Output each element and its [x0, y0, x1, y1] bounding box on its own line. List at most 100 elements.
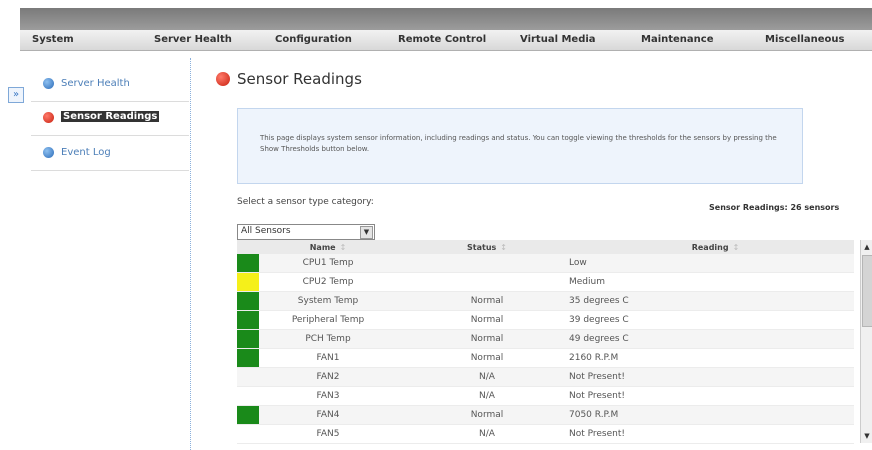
sensor-status: N/A: [397, 424, 577, 444]
sensor-reading: 2160 R.P.M: [569, 353, 619, 363]
sensor-status: Normal: [397, 291, 577, 311]
sensor-count-label: Sensor Readings: 26 sensors: [709, 203, 840, 212]
sort-icon: ↕: [500, 242, 507, 252]
sensor-name: CPU1 Temp: [259, 254, 397, 273]
sensor-reading-cell: 49 degrees C: [569, 329, 854, 349]
sensor-status: Normal: [397, 329, 577, 349]
column-header-name[interactable]: Name ↕: [259, 240, 397, 254]
sensor-name: CPU2 Temp: [259, 272, 397, 292]
status-color-swatch: [237, 329, 259, 349]
sensor-reading: Not Present!: [569, 391, 626, 401]
sensor-reading-cell: 2160 R.P.M: [569, 348, 854, 368]
sensor-name: FAN1: [259, 348, 397, 368]
sensor-name: Peripheral Temp: [259, 310, 397, 330]
status-color-swatch: [237, 424, 259, 444]
info-box: This page displays system sensor informa…: [237, 108, 803, 184]
sensor-reading: 35 degrees C: [569, 296, 629, 306]
nav-bullet-icon: [43, 78, 54, 89]
sensor-table: Name ↕ Status ↕ Reading ↕ CPU1 Temp Low CPU2 …: [237, 240, 854, 444]
menu-configuration[interactable]: Configuration: [275, 34, 352, 45]
table-row[interactable]: FAN4 Normal 7050 R.P.M: [237, 405, 854, 425]
menu-server-health[interactable]: Server Health: [154, 34, 232, 45]
table-row[interactable]: FAN2 N/A Not Present!: [237, 367, 854, 387]
menu-remote-control[interactable]: Remote Control: [398, 34, 486, 45]
sensor-reading: Not Present!: [569, 429, 626, 439]
status-color-swatch: [237, 367, 259, 387]
sidebar-toggle-icon[interactable]: »: [8, 87, 24, 103]
sidebar-item-label: Server Health: [61, 78, 130, 89]
select-value: All Sensors: [241, 226, 291, 236]
page-title: Sensor Readings: [237, 70, 362, 88]
dropdown-arrow-icon[interactable]: ▼: [360, 226, 373, 239]
sensor-reading-cell: Medium: [569, 272, 854, 292]
sort-icon: ↕: [732, 242, 740, 252]
column-header-reading[interactable]: Reading ↕: [577, 240, 854, 254]
nav-bullet-icon: [43, 147, 54, 158]
table-row[interactable]: CPU1 Temp Low: [237, 254, 854, 273]
table-scrollbar[interactable]: ▲ ▼: [860, 240, 872, 443]
sensor-name: System Temp: [259, 291, 397, 311]
scroll-up-icon[interactable]: ▲: [862, 242, 872, 252]
scrollbar-thumb[interactable]: [862, 255, 872, 327]
sensor-type-select[interactable]: All Sensors ▼: [237, 224, 375, 240]
sensor-reading: Low: [569, 258, 587, 268]
table-row[interactable]: PCH Temp Normal 49 degrees C: [237, 329, 854, 349]
menu-miscellaneous[interactable]: Miscellaneous: [765, 34, 845, 45]
table-row[interactable]: FAN1 Normal 2160 R.P.M: [237, 348, 854, 368]
sensor-reading-cell: 39 degrees C: [569, 310, 854, 330]
sensor-reading-cell: Not Present!: [569, 386, 854, 406]
sidebar-item-event-log[interactable]: Event Log: [31, 141, 189, 166]
sidebar-item-server-health[interactable]: Server Health: [31, 72, 189, 97]
column-header-color: [237, 240, 259, 254]
status-color-swatch: [237, 405, 259, 425]
sensor-reading-cell: 7050 R.P.M: [569, 405, 854, 425]
sort-icon: ↕: [339, 242, 347, 252]
menu-virtual-media[interactable]: Virtual Media: [520, 34, 596, 45]
sensor-status: Normal: [397, 348, 577, 368]
status-color-swatch: [237, 386, 259, 406]
sensor-reading-cell: Not Present!: [569, 367, 854, 387]
sensor-reading-cell: Not Present!: [569, 424, 854, 444]
menu-system[interactable]: System: [32, 34, 74, 45]
sensor-reading: 49 degrees C: [569, 334, 629, 344]
main-menu-bar: System Server Health Configuration Remot…: [20, 30, 872, 51]
sensor-status: N/A: [397, 386, 577, 406]
sidebar-divider: [190, 58, 191, 450]
table-row[interactable]: Peripheral Temp Normal 39 degrees C: [237, 310, 854, 330]
top-banner: [20, 8, 872, 30]
sensor-reading: 7050 R.P.M: [569, 410, 619, 420]
column-header-status[interactable]: Status ↕: [397, 240, 577, 254]
sensor-name: FAN5: [259, 424, 397, 444]
sidebar-separator: [31, 101, 189, 102]
status-color-swatch: [237, 291, 259, 311]
sidebar-separator: [31, 135, 189, 136]
scroll-down-icon[interactable]: ▼: [862, 431, 872, 441]
info-text: This page displays system sensor informa…: [260, 134, 777, 153]
sensor-status: [397, 254, 577, 273]
sidebar-item-label: Event Log: [61, 147, 111, 158]
sidebar-separator: [31, 170, 189, 171]
sidebar-item-sensor-readings[interactable]: Sensor Readings: [31, 106, 189, 131]
sensor-status: Normal: [397, 310, 577, 330]
sensor-reading-cell: 35 degrees C: [569, 291, 854, 311]
page-title-icon: [216, 72, 230, 86]
sensor-name: PCH Temp: [259, 329, 397, 349]
sensor-name: FAN2: [259, 367, 397, 387]
status-color-swatch: [237, 348, 259, 368]
sensor-status: N/A: [397, 367, 577, 387]
sensor-name: FAN3: [259, 386, 397, 406]
table-row[interactable]: FAN3 N/A Not Present!: [237, 386, 854, 406]
table-row[interactable]: System Temp Normal 35 degrees C: [237, 291, 854, 311]
sensor-reading: Medium: [569, 277, 605, 287]
sidebar-item-label: Sensor Readings: [61, 111, 160, 122]
status-color-swatch: [237, 272, 259, 292]
sensor-status: Normal: [397, 405, 577, 425]
sensor-type-label: Select a sensor type category:: [237, 197, 374, 207]
table-row[interactable]: CPU2 Temp Medium: [237, 272, 854, 292]
sensor-name: FAN4: [259, 405, 397, 425]
table-row[interactable]: FAN5 N/A Not Present!: [237, 424, 854, 444]
sensor-reading: Not Present!: [569, 372, 626, 382]
nav-bullet-icon: [43, 112, 54, 123]
sensor-reading-cell: Low: [569, 254, 854, 273]
menu-maintenance[interactable]: Maintenance: [641, 34, 714, 45]
